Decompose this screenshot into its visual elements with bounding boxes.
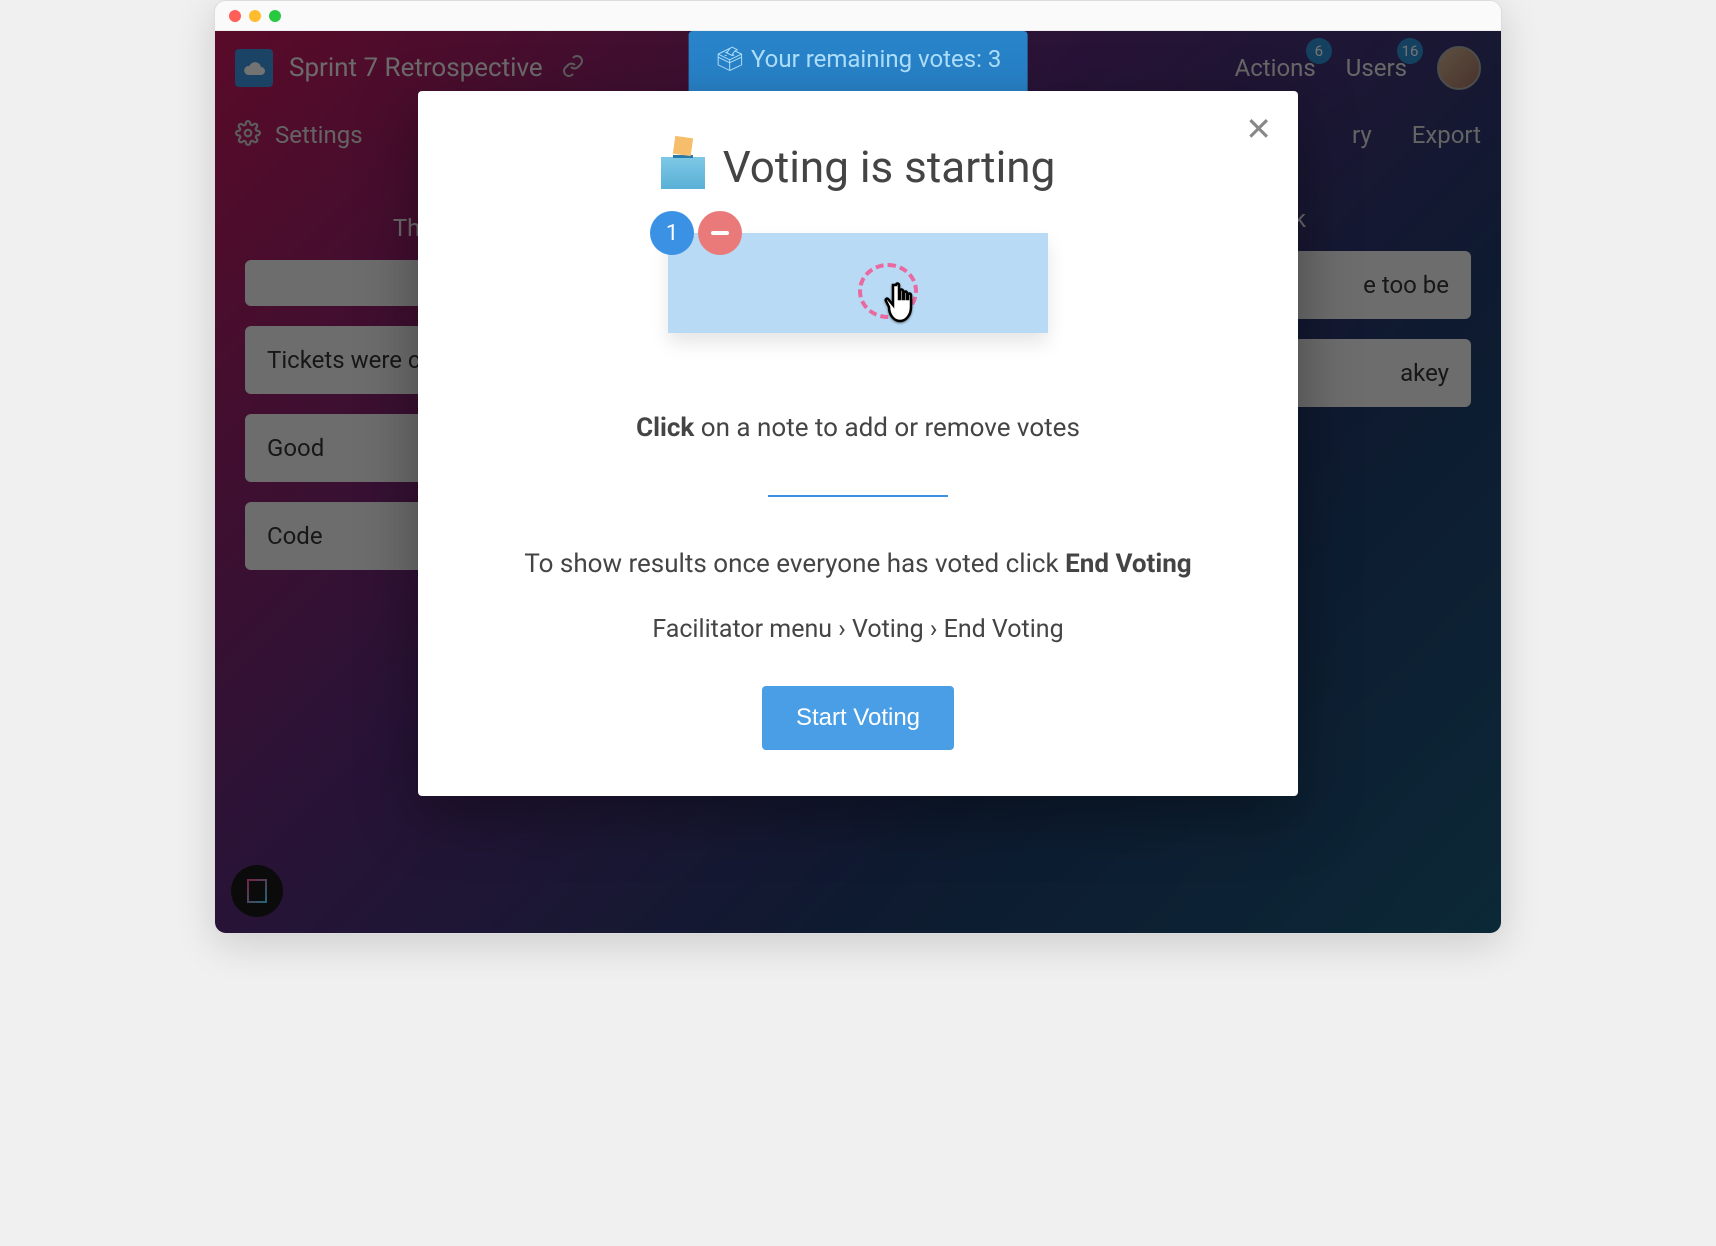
modal-menu-path: Facilitator menu › Voting › End Voting — [478, 615, 1238, 644]
start-voting-button[interactable]: Start Voting — [762, 686, 954, 750]
modal-instruction-2: To show results once everyone has voted … — [478, 549, 1238, 579]
modal-title: Voting is starting — [478, 141, 1238, 193]
mac-titlebar — [215, 1, 1501, 31]
demo-illustration: 1 — [478, 233, 1238, 333]
window-close-icon[interactable] — [229, 10, 241, 22]
cursor-icon — [882, 281, 922, 334]
modal-title-text: Voting is starting — [723, 141, 1056, 193]
app-window: Sprint 7 Retrospective Actions 6 Users 1… — [214, 0, 1502, 934]
divider — [768, 495, 948, 497]
window-maximize-icon[interactable] — [269, 10, 281, 22]
remove-vote-icon — [698, 211, 742, 255]
demo-note-card: 1 — [668, 233, 1048, 333]
ballot-box-icon — [661, 145, 705, 189]
voting-modal: ✕ Voting is starting 1 Click on a — [418, 91, 1298, 796]
vote-count-badge: 1 — [650, 211, 694, 255]
modal-instruction-1: Click on a note to add or remove votes — [478, 413, 1238, 443]
close-icon[interactable]: ✕ — [1245, 113, 1272, 145]
window-minimize-icon[interactable] — [249, 10, 261, 22]
